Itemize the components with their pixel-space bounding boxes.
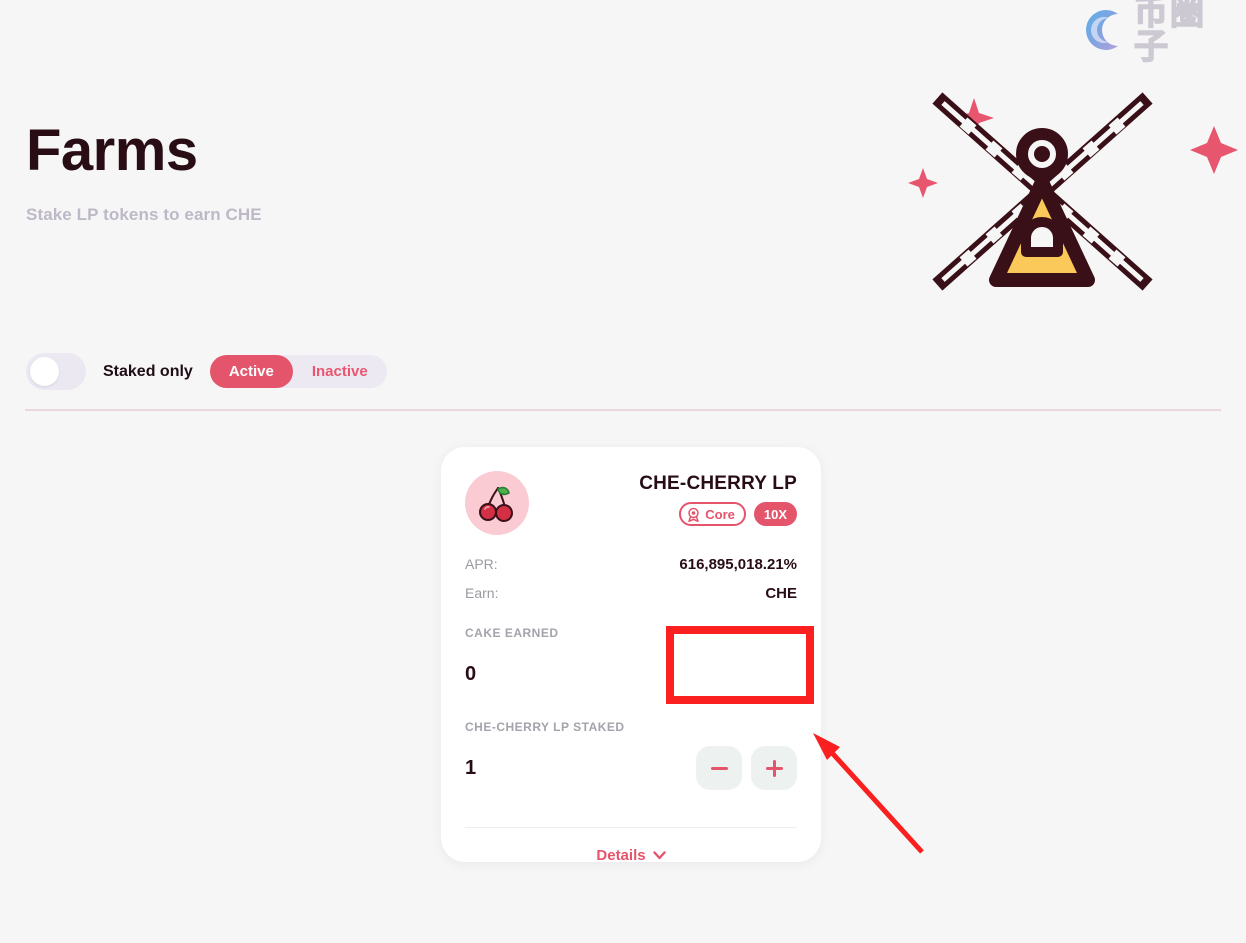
tab-inactive[interactable]: Inactive (293, 355, 387, 388)
staked-only-toggle[interactable] (26, 353, 86, 390)
staked-only-label: Staked only (103, 362, 193, 380)
farm-card-title-block: CHE-CHERRY LP Core 10X (639, 471, 797, 526)
increase-stake-button[interactable] (751, 746, 797, 790)
stake-stepper (696, 746, 797, 790)
page-header: Farms Stake LP tokens to earn CHE (26, 118, 726, 225)
core-badge: Core (679, 502, 746, 526)
lp-staked-label: CHE-CHERRY LP STAKED (465, 720, 625, 734)
details-toggle[interactable]: Details (465, 828, 797, 882)
details-label: Details (596, 846, 646, 864)
chevron-down-icon (652, 850, 666, 859)
farm-card-header: CHE-CHERRY LP Core 10X (465, 471, 797, 537)
earn-value: CHE (765, 585, 797, 602)
apr-value: 616,895,018.21% (679, 556, 797, 573)
core-badge-label: Core (705, 506, 735, 522)
filter-row: Staked only Active Inactive (26, 353, 387, 390)
page-subtitle: Stake LP tokens to earn CHE (26, 204, 262, 224)
lp-staked-value: 1 (465, 756, 477, 779)
apr-label: APR: (465, 556, 498, 572)
earn-label: Earn: (465, 585, 499, 601)
toggle-knob (30, 357, 59, 386)
multiplier-badge: 10X (753, 502, 797, 526)
windmill-illustration (908, 92, 1238, 291)
page-title: Farms (26, 118, 198, 183)
status-filter-tabs: Active Inactive (209, 355, 387, 388)
watermark: 币圈子 (1078, 0, 1238, 65)
cake-earned-row: 0 Harvest (465, 652, 797, 696)
earn-row: Earn: CHE (465, 585, 797, 602)
minus-icon (710, 766, 728, 770)
watermark-text: 币圈子 (1133, 0, 1206, 67)
harvest-button[interactable]: Harvest (693, 652, 797, 696)
tab-active[interactable]: Active (209, 355, 293, 388)
cake-earned-label: CAKE EARNED (465, 626, 559, 640)
cherry-icon (479, 486, 513, 522)
token-logo (465, 471, 529, 535)
decrease-stake-button[interactable] (696, 746, 742, 790)
cake-earned-value: 0 (465, 662, 477, 685)
section-divider (25, 409, 1221, 411)
medal-icon (688, 507, 699, 522)
plus-icon (765, 759, 783, 777)
annotation-arrow (813, 733, 924, 854)
c-swirl-logo-icon (1086, 10, 1118, 50)
farm-card: CHE-CHERRY LP Core 10X APR: 616,895,018.… (441, 447, 821, 864)
pair-name: CHE-CHERRY LP (639, 473, 797, 494)
badge-group: Core 10X (679, 502, 797, 526)
lp-staked-row: 1 (465, 746, 797, 790)
apr-row: APR: 616,895,018.21% (465, 556, 797, 573)
